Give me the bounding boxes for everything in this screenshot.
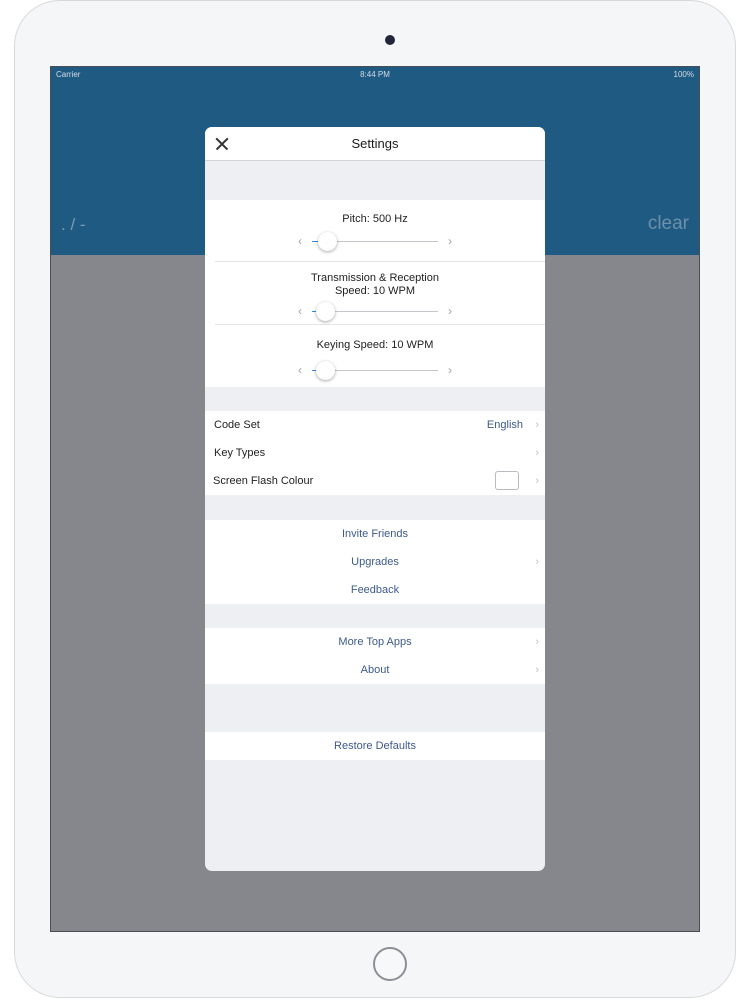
key-types-row[interactable]: Key Types › bbox=[205, 439, 545, 467]
chevron-right-icon: › bbox=[535, 556, 539, 568]
restore-defaults-button[interactable]: Restore Defaults bbox=[205, 732, 545, 760]
transmission-slider-block: Transmission & Reception Speed: 10 WPM ‹… bbox=[205, 262, 545, 324]
transmission-slider[interactable]: ‹ › bbox=[298, 301, 452, 323]
more-top-apps-label: More Top Apps bbox=[338, 636, 412, 648]
code-set-label: Code Set bbox=[214, 419, 260, 431]
invite-friends-row[interactable]: Invite Friends bbox=[205, 520, 545, 548]
feedback-row[interactable]: Feedback bbox=[205, 576, 545, 604]
more-top-apps-row[interactable]: More Top Apps › bbox=[205, 628, 545, 656]
settings-title: Settings bbox=[351, 136, 399, 151]
about-label: About bbox=[360, 664, 390, 676]
options-section: Code Set English › Key Types › Screen Fl… bbox=[205, 411, 545, 495]
pitch-slider-block: Pitch: 500 Hz ‹ › bbox=[205, 200, 545, 261]
slider-track bbox=[312, 232, 438, 251]
pitch-slider[interactable]: ‹ › bbox=[298, 231, 452, 253]
slider-thumb[interactable] bbox=[315, 361, 335, 380]
chevron-right-icon[interactable]: › bbox=[448, 363, 452, 377]
chevron-left-icon[interactable]: ‹ bbox=[298, 304, 302, 318]
chevron-right-icon: › bbox=[535, 664, 539, 676]
slider-thumb[interactable] bbox=[315, 302, 335, 321]
clear-button[interactable]: clear bbox=[648, 213, 689, 235]
chevron-right-icon: › bbox=[535, 419, 539, 431]
keying-slider[interactable]: ‹ › bbox=[298, 360, 452, 382]
screen-flash-row[interactable]: Screen Flash Colour › bbox=[205, 467, 545, 495]
key-types-label: Key Types bbox=[214, 447, 266, 459]
chevron-right-icon: › bbox=[535, 636, 539, 648]
slider-thumb[interactable] bbox=[318, 232, 338, 251]
status-bar: Carrier 8:44 PM 100% bbox=[51, 67, 699, 83]
chevron-right-icon: › bbox=[535, 447, 539, 459]
home-button[interactable] bbox=[373, 947, 407, 981]
slider-track bbox=[312, 361, 438, 380]
about-row[interactable]: About › bbox=[205, 656, 545, 684]
transmission-label: Transmission & Reception Speed: 10 WPM bbox=[311, 272, 439, 297]
keying-slider-block: Keying Speed: 10 WPM ‹ › bbox=[205, 325, 545, 387]
chevron-right-icon[interactable]: › bbox=[448, 304, 452, 318]
close-icon[interactable] bbox=[213, 135, 231, 153]
settings-modal: Settings Pitch: 500 Hz ‹ › Transmission … bbox=[205, 127, 545, 871]
apps-section: More Top Apps › About › bbox=[205, 628, 545, 684]
upgrades-label: Upgrades bbox=[351, 556, 399, 568]
chevron-right-icon: › bbox=[535, 475, 539, 487]
chevron-right-icon[interactable]: › bbox=[448, 234, 452, 248]
status-time: 8:44 PM bbox=[360, 70, 390, 79]
morse-display: . / - bbox=[61, 215, 86, 234]
upgrades-row[interactable]: Upgrades › bbox=[205, 548, 545, 576]
screen-flash-label: Screen Flash Colour bbox=[213, 475, 314, 487]
restore-section: Restore Defaults bbox=[205, 732, 545, 760]
settings-header: Settings bbox=[205, 127, 545, 161]
battery-level: 100% bbox=[673, 70, 694, 79]
flash-colour-swatch[interactable] bbox=[495, 471, 519, 490]
front-camera bbox=[385, 35, 395, 45]
chevron-left-icon[interactable]: ‹ bbox=[298, 363, 302, 377]
feedback-label: Feedback bbox=[350, 584, 400, 596]
code-set-row[interactable]: Code Set English › bbox=[205, 411, 545, 439]
social-section: Invite Friends Upgrades › Feedback bbox=[205, 520, 545, 604]
chevron-left-icon[interactable]: ‹ bbox=[298, 234, 302, 248]
keying-label: Keying Speed: 10 WPM bbox=[316, 339, 434, 351]
sliders-section: Pitch: 500 Hz ‹ › Transmission & Recepti… bbox=[205, 200, 545, 387]
slider-track bbox=[312, 302, 438, 321]
pitch-label: Pitch: 500 Hz bbox=[342, 213, 408, 225]
code-set-value: English bbox=[486, 419, 523, 431]
invite-friends-label: Invite Friends bbox=[341, 528, 409, 540]
restore-defaults-label: Restore Defaults bbox=[334, 740, 416, 752]
